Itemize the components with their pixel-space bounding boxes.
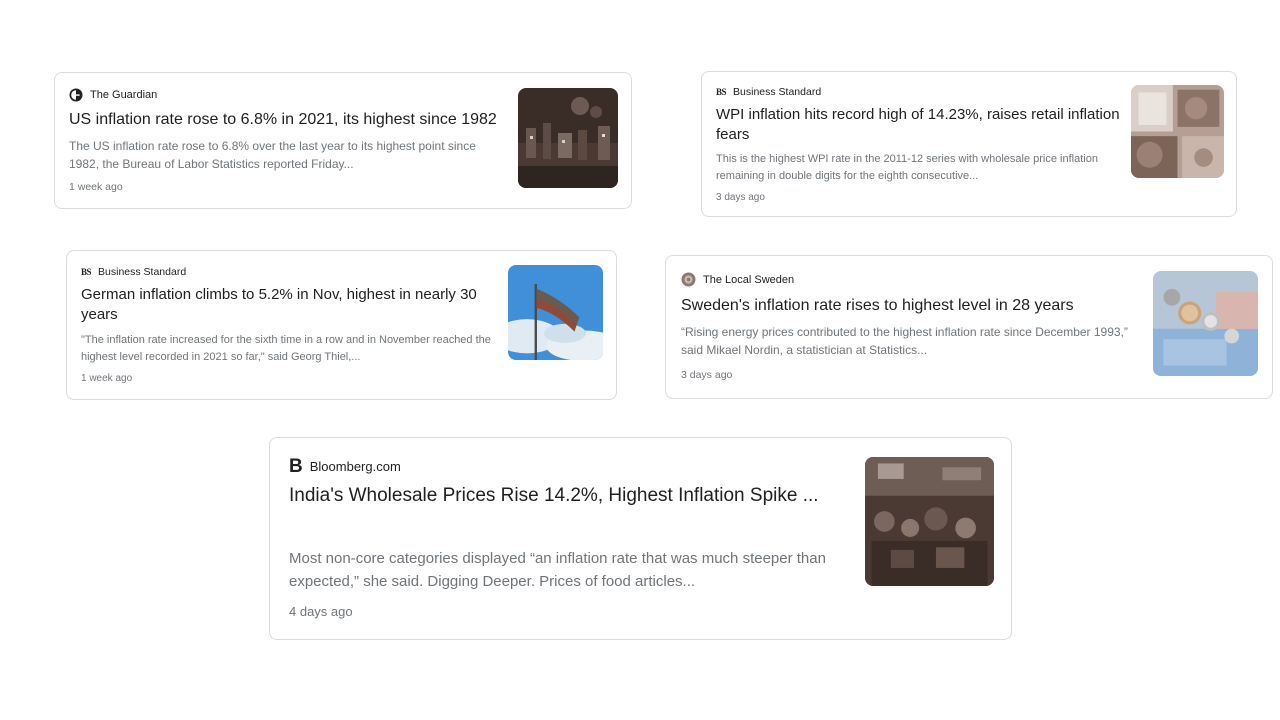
article-snippet: Most non-core categories displayed “an i… — [289, 550, 826, 590]
article-timestamp: 1 week ago — [81, 373, 133, 384]
article-snippet: “Rising energy prices contributed to the… — [681, 325, 1128, 357]
bloomberg-logo-icon: B — [289, 456, 303, 477]
article-title-link[interactable]: WPI inflation hits record high of 14.23%… — [716, 105, 1126, 146]
news-card-business-standard-wpi[interactable]: BS Business Standard WPI inflation hits … — [701, 71, 1237, 217]
source-row: The Guardian — [69, 88, 157, 102]
article-timestamp: 1 week ago — [69, 181, 123, 193]
source-name: The Local Sweden — [703, 273, 795, 286]
article-title-link[interactable]: German inflation climbs to 5.2% in Nov, … — [81, 285, 491, 326]
article-thumbnail[interactable] — [518, 88, 618, 188]
source-name: Bloomberg.com — [309, 459, 401, 474]
source-name: The Guardian — [90, 89, 158, 101]
source-name: Business Standard — [733, 86, 822, 98]
article-title-link[interactable]: US inflation rate rose to 6.8% in 2021, … — [69, 109, 509, 131]
article-timestamp: 3 days ago — [716, 192, 765, 203]
article-snippet: This is the highest WPI rate in the 2011… — [716, 153, 1098, 182]
article-timestamp: 4 days ago — [289, 604, 353, 619]
article-snippet: "The inflation rate increased for the si… — [81, 334, 491, 363]
news-card-bloomberg[interactable]: B Bloomberg.com India's Wholesale Prices… — [269, 437, 1012, 640]
article-thumbnail[interactable] — [508, 265, 603, 360]
the-local-logo-icon — [681, 272, 696, 287]
source-row: BS Business Standard — [716, 86, 821, 98]
source-row: BS Business Standard — [81, 266, 186, 278]
source-row: B Bloomberg.com — [289, 457, 401, 476]
news-card-the-local-sweden[interactable]: The Local Sweden Sweden's inflation rate… — [665, 255, 1273, 399]
article-title-link[interactable]: India's Wholesale Prices Rise 14.2%, Hig… — [289, 483, 854, 510]
source-row: The Local Sweden — [681, 272, 794, 287]
source-name: Business Standard — [98, 266, 187, 278]
business-standard-logo-icon: BS — [81, 267, 92, 277]
article-thumbnail[interactable] — [1153, 271, 1258, 376]
news-card-guardian[interactable]: The Guardian US inflation rate rose to 6… — [54, 72, 632, 209]
article-title-link[interactable]: Sweden's inflation rate rises to highest… — [681, 295, 1151, 317]
article-thumbnail[interactable] — [1131, 85, 1224, 178]
business-standard-logo-icon: BS — [716, 87, 727, 97]
article-snippet: The US inflation rate rose to 6.8% over … — [69, 139, 476, 171]
guardian-logo-icon — [69, 88, 83, 102]
article-timestamp: 3 days ago — [681, 369, 733, 381]
article-thumbnail[interactable] — [865, 457, 994, 586]
news-card-business-standard-german[interactable]: BS Business Standard German inflation cl… — [66, 250, 617, 400]
